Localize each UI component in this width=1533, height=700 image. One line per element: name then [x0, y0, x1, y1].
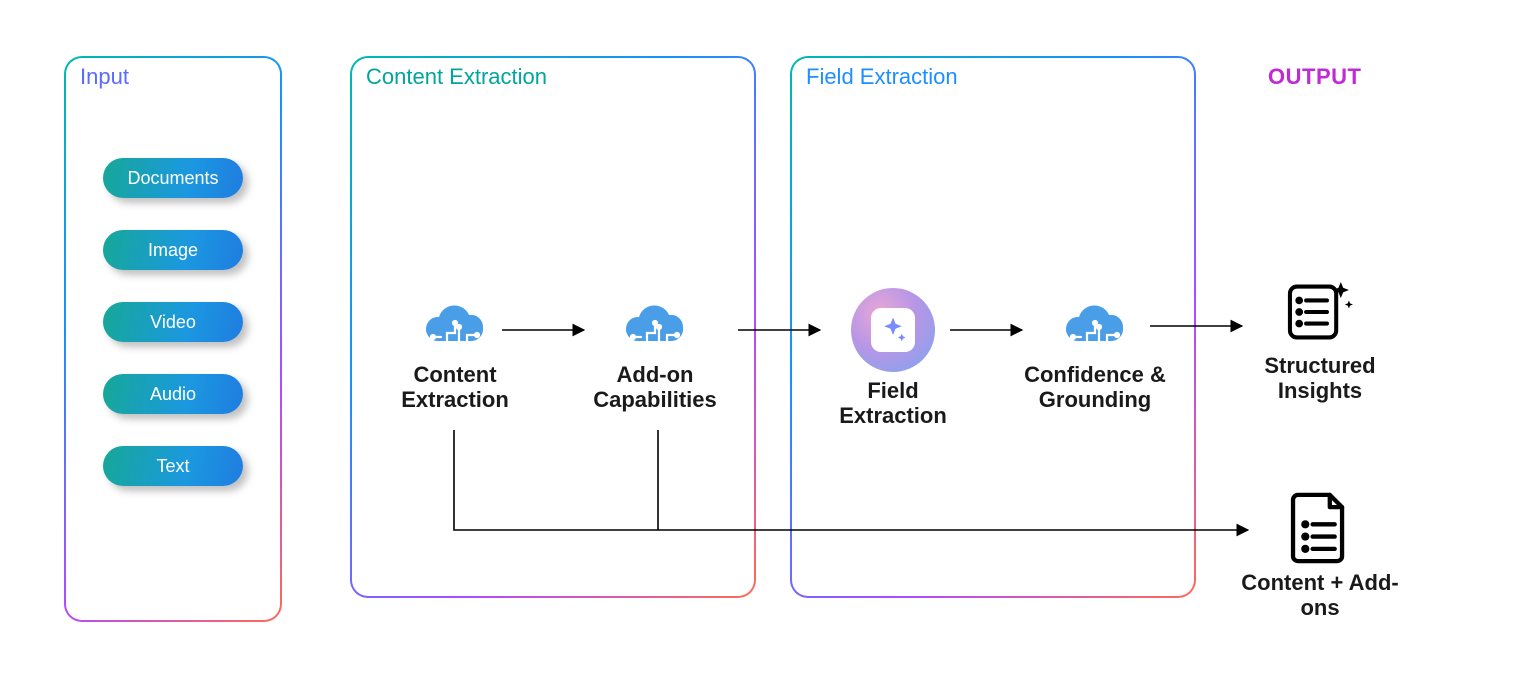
input-pill-image: Image	[103, 230, 243, 270]
input-pill-video: Video	[103, 302, 243, 342]
cloud-icon	[417, 300, 493, 356]
star-badge-icon	[851, 288, 935, 372]
addon-capabilities-label: Add-on Capabilities	[580, 362, 730, 413]
content-addons-label: Content + Add-ons	[1240, 570, 1400, 621]
structured-insights-label: Structured Insights	[1240, 353, 1400, 404]
content-extraction-title: Content Extraction	[366, 64, 547, 90]
output-label: OUTPUT	[1268, 64, 1361, 90]
field-extraction-label: Field Extraction	[818, 378, 968, 429]
field-extraction-title: Field Extraction	[806, 64, 958, 90]
file-list-icon	[1287, 490, 1353, 566]
input-panel: Input Documents Image Video Audio Text	[64, 56, 282, 622]
content-addons-node: Content + Add-ons	[1240, 490, 1400, 621]
arrow-confidence-to-structured	[1148, 316, 1248, 336]
input-pill-documents: Documents	[103, 158, 243, 198]
content-extraction-node: Content Extraction	[380, 300, 530, 413]
confidence-grounding-label: Confidence & Grounding	[1020, 362, 1170, 413]
cloud-icon	[1057, 300, 1133, 356]
input-title: Input	[80, 64, 129, 90]
arrow-content-panel-to-field-panel	[736, 320, 826, 340]
structured-insights-icon	[1283, 275, 1357, 349]
addon-capabilities-node: Add-on Capabilities	[580, 300, 730, 413]
arrow-content-to-addon	[500, 320, 590, 340]
arrow-field-to-confidence	[948, 320, 1028, 340]
content-extraction-label: Content Extraction	[380, 362, 530, 413]
input-pill-text: Text	[103, 446, 243, 486]
field-extraction-node: Field Extraction	[818, 288, 968, 429]
input-pill-audio: Audio	[103, 374, 243, 414]
structured-insights-node: Structured Insights	[1240, 275, 1400, 404]
cloud-icon	[617, 300, 693, 356]
arrow-content-to-output-addons	[448, 430, 1258, 550]
